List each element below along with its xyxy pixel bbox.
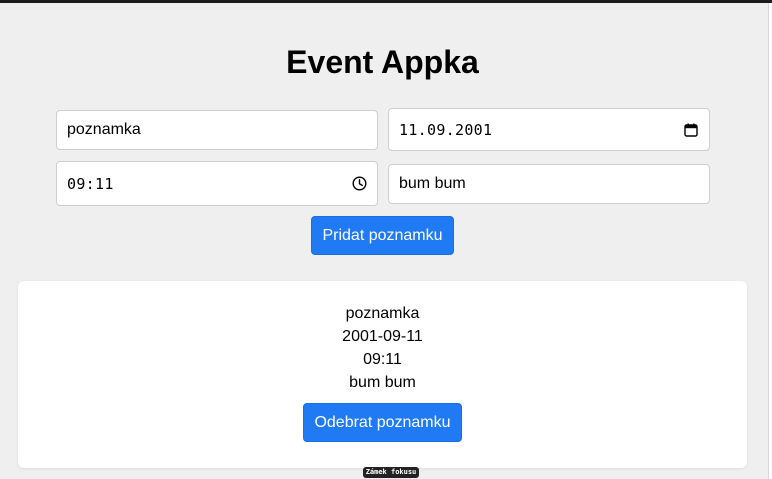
remove-note-button[interactable]: Odebrat poznamku xyxy=(303,403,462,442)
note-name-value: poznamka xyxy=(67,121,141,138)
note-time-input[interactable]: 09:11 xyxy=(56,161,378,206)
calendar-icon[interactable] xyxy=(683,122,699,138)
note-name: poznamka xyxy=(345,305,420,322)
note-description-input[interactable]: bum bum xyxy=(388,164,710,204)
page-title: Event Appka xyxy=(286,44,479,80)
add-note-button[interactable]: Pridat poznamku xyxy=(311,216,454,255)
note-description: bum bum xyxy=(349,374,416,391)
note-time-value: 09:11 xyxy=(67,174,114,193)
note-description-value: bum bum xyxy=(399,175,466,192)
note-date: 2001-09-11 xyxy=(342,328,423,345)
clock-icon[interactable] xyxy=(351,176,367,192)
window-top-bar xyxy=(0,0,772,3)
note-date-input[interactable]: 11.09.2001 xyxy=(388,108,710,151)
note-time: 09:11 xyxy=(363,351,402,368)
note-name-input[interactable]: poznamka xyxy=(56,110,378,150)
scrollbar-track[interactable] xyxy=(768,3,772,479)
note-date-value: 11.09.2001 xyxy=(399,120,493,139)
note-card: poznamka 2001-09-11 09:11 bum bum Odebra… xyxy=(18,281,747,468)
focus-lock-badge: Zámek fokusu xyxy=(363,467,419,478)
